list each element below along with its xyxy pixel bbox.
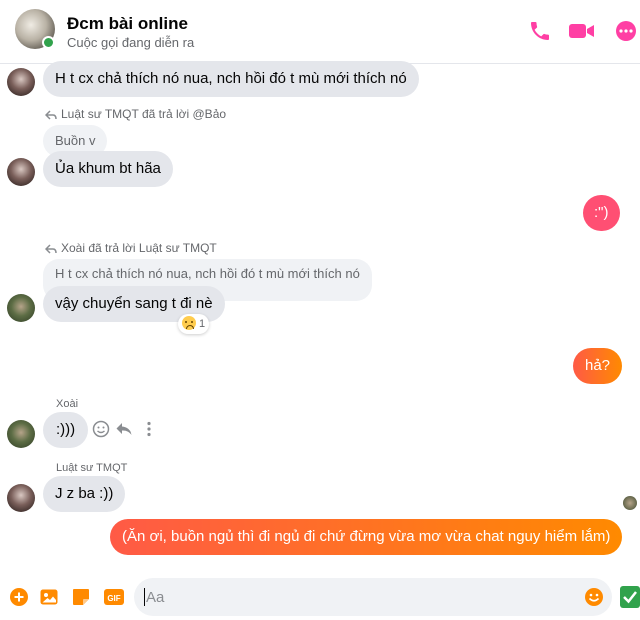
send-icon[interactable] (620, 586, 640, 608)
message-input-container[interactable] (134, 578, 612, 616)
sender-avatar[interactable] (7, 68, 35, 96)
message-reaction[interactable]: 1 (178, 314, 210, 334)
message-bubble[interactable]: :))) (43, 412, 89, 448)
seen-indicator-avatar (623, 496, 637, 510)
reply-arrow-icon (45, 110, 57, 120)
sender-avatar[interactable] (7, 484, 35, 512)
reply-note: Luật sư TMQT đã trả lời @Bảo (61, 107, 227, 121)
plus-icon[interactable] (9, 587, 29, 607)
online-indicator (42, 36, 55, 49)
svg-text:GIF: GIF (107, 594, 120, 603)
reaction-count: 1 (199, 318, 206, 330)
message-input[interactable] (146, 578, 576, 616)
sticker-icon[interactable] (71, 587, 91, 607)
message-bubble[interactable]: H t cx chả thích nó nua, nch hồi đó t mù… (43, 61, 419, 97)
sender-name: Xoài (56, 398, 79, 410)
conversation-title[interactable]: Đcm bài online (67, 14, 188, 34)
outgoing-message-bubble[interactable]: (Ăn ơi, buồn ngủ thì đi ngủ đi chứ đừng … (110, 519, 623, 555)
phone-icon[interactable] (528, 19, 552, 43)
gif-icon[interactable]: GIF (103, 587, 125, 607)
message-bubble[interactable]: J z ba :)) (43, 476, 126, 512)
sender-avatar[interactable] (7, 294, 35, 322)
more-vertical-icon[interactable] (140, 420, 158, 438)
reply-indicator: Xoài đã trả lời Luật sư TMQT (45, 241, 217, 255)
reply-arrow-icon (45, 244, 57, 254)
sender-avatar[interactable] (7, 420, 35, 448)
sender-name: Luật sư TMQT (56, 462, 128, 474)
call-status: Cuộc gọi đang diễn ra (67, 35, 195, 50)
reply-indicator: Luật sư TMQT đã trả lời @Bảo (45, 107, 226, 121)
reply-icon[interactable] (115, 420, 133, 438)
outgoing-message-bubble[interactable]: hả? (573, 348, 623, 384)
sender-avatar[interactable] (7, 158, 35, 186)
message-composer: GIF (0, 576, 640, 620)
more-options-icon[interactable] (614, 19, 638, 43)
outgoing-message-bubble[interactable]: :") (583, 195, 620, 231)
text-caret (144, 588, 145, 606)
message-bubble[interactable]: Ủa khum bt hãa (43, 151, 173, 187)
crying-face-icon (182, 316, 196, 330)
reply-note: Xoài đã trả lời Luật sư TMQT (61, 241, 217, 255)
emoji-icon[interactable] (584, 587, 604, 607)
emoji-react-icon[interactable] (92, 420, 110, 438)
video-camera-icon[interactable] (568, 19, 596, 43)
chat-header: Đcm bài online Cuộc gọi đang diễn ra (0, 0, 640, 64)
image-icon[interactable] (39, 587, 59, 607)
